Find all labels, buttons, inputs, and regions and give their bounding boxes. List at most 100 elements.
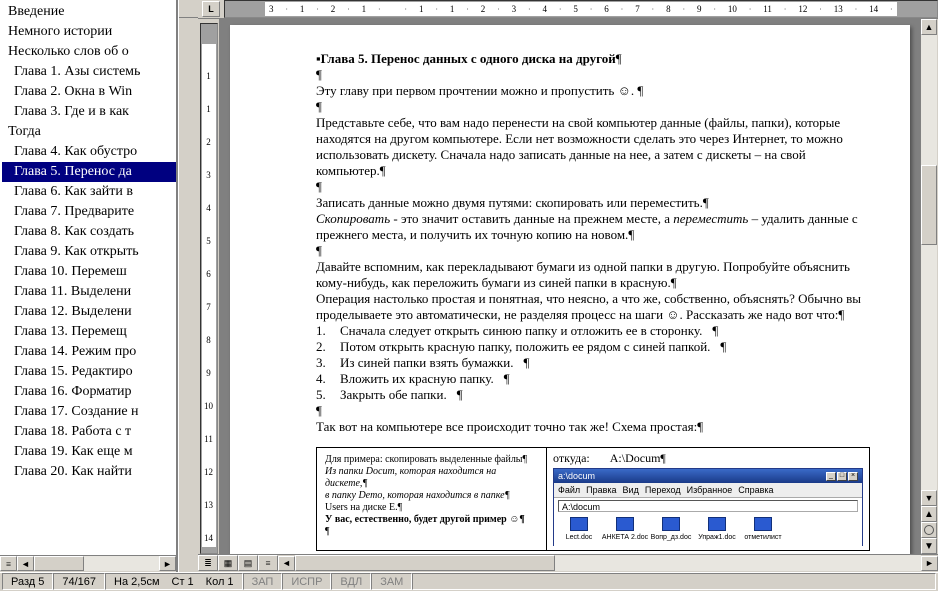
list-item: Из синей папки взять бумажки. [340,355,513,371]
list-item: Потом открыть красную папку, положить ее… [340,339,710,355]
nav-item[interactable]: Глава 2. Окна в Win [2,82,176,102]
list-item: Вложить их красную папку. [340,371,494,387]
nav-item[interactable]: Глава 11. Выделени [2,282,176,302]
list-item: Закрыть обе папки. [340,387,447,403]
browse-object-icon[interactable] [921,522,937,538]
paragraph: Записать данные можно двумя путями: скоп… [316,195,703,210]
document-map-pane: Введение Немного истории Несколько слов … [0,0,178,572]
scroll-track[interactable] [295,555,921,571]
close-icon: × [848,472,858,481]
nav-item[interactable]: Глава 20. Как найти [2,462,176,482]
view-normal-icon[interactable]: ≣ [198,555,218,571]
paragraph: Давайте вспомним, как перекладывают бума… [316,259,850,290]
file-icon [662,517,680,531]
nav-item[interactable]: Глава 7. Предварите [2,202,176,222]
document-map-list: Введение Немного истории Несколько слов … [0,0,176,555]
paragraph: Так вот на компьютере все происходит точ… [316,419,697,434]
next-page-icon[interactable]: ▼ [921,538,937,554]
hruler-scale[interactable]: 3· 1· 2· 1· · 1· 1· 2· 3· 4· 5· 6· 7· 8·… [224,0,938,18]
from-label: откуда: [553,452,590,464]
status-bar: Разд 5 74/167 На 2,5см Ст 1 Кол 1 ЗАП ИС… [0,572,938,591]
minimize-icon: _ [826,472,836,481]
nav-item[interactable]: Глава 9. Как открыть [2,242,176,262]
nav-jump-button[interactable]: ≡ [0,556,17,571]
doc-hscrollbar[interactable]: ≣ ▦ ▤ ≡ ◄ ► [198,554,938,571]
paragraph-term: переместить [673,211,748,226]
status-section: Разд 5 [2,573,53,590]
scroll-left-icon[interactable]: ◄ [278,556,295,571]
document-page[interactable]: ▪Глава 5. Перенос данных с одного диска … [230,25,910,554]
scroll-thumb[interactable] [34,556,84,571]
status-indicator-ext[interactable]: ВДЛ [331,573,371,590]
horizontal-ruler[interactable]: L 3· 1· 2· 1· · 1· 1· 2· 3· 4· 5· 6· 7· [198,0,938,19]
file-icon [570,517,588,531]
scroll-up-icon[interactable]: ▲ [921,19,937,35]
vertical-ruler[interactable]: 11 234 567 8910 111213 14 [198,19,220,554]
paragraph: ¶ [316,403,870,419]
scroll-track[interactable] [921,35,937,490]
page-viewport[interactable]: ▪Глава 5. Перенос данных с одного диска … [220,19,920,554]
paragraph: ¶ [316,67,870,83]
nav-item[interactable]: Глава 13. Перемещ [2,322,176,342]
status-indicator-trk[interactable]: ИСПР [282,573,331,590]
paragraph: Операция настолько простая и понятная, ч… [316,291,861,322]
example-right-cell: откуда: A:\Docum¶ a:\docum _ □ × [547,448,869,550]
nav-item[interactable]: Глава 3. Где и в как [2,102,176,122]
scroll-thumb[interactable] [921,165,937,245]
vertical-scrollbar[interactable]: ▲ ▼ ▲ ▼ [920,19,938,554]
status-indicator-ovr[interactable]: ЗАМ [371,573,412,590]
ruler-corner [179,0,198,18]
status-spacer [412,573,936,590]
nav-item[interactable]: Глава 1. Азы системь [2,62,176,82]
nav-item[interactable]: Глава 15. Редактиро [2,362,176,382]
nav-item[interactable]: Немного истории [2,22,176,42]
paragraph: ¶ [316,179,870,195]
mini-window-title: a:\docum [558,470,595,482]
list-item: Сначала следует открыть синюю папку и от… [340,323,702,339]
scroll-right-icon[interactable]: ► [159,556,176,571]
nav-item[interactable]: Глава 16. Форматир [2,382,176,402]
mini-address-bar: A:\docum [558,500,858,512]
nav-item[interactable]: Глава 6. Как зайти в [2,182,176,202]
paragraph-term: Скопировать [316,211,390,226]
scroll-down-icon[interactable]: ▼ [921,490,937,506]
paragraph: Представьте себе, что вам надо перенести… [316,115,843,178]
nav-item[interactable]: Глава 17. Создание н [2,402,176,422]
paragraph: ¶ [316,99,870,115]
nav-item[interactable]: Глава 8. Как создать [2,222,176,242]
paragraph: ¶ [316,243,870,259]
file-icon [708,517,726,531]
example-table: Для примера: скопировать выделенные файл… [316,447,870,551]
status-pages: 74/167 [53,573,105,590]
nav-item[interactable]: Введение [2,2,176,22]
nav-item[interactable]: Глава 18. Работа с т [2,422,176,442]
nav-hscrollbar[interactable]: ≡ ◄ ► [0,555,176,572]
nav-item[interactable]: Глава 10. Перемеш [2,262,176,282]
example-left-cell: Для примера: скопировать выделенные файл… [317,448,547,550]
paragraph: Эту главу при первом прочтении можно и п… [316,83,634,98]
nav-item-selected[interactable]: Глава 5. Перенос да [2,162,176,182]
maximize-icon: □ [837,472,847,481]
nav-item[interactable]: Тогда [2,122,176,142]
nav-item[interactable]: Глава 12. Выделени [2,302,176,322]
scroll-right-icon[interactable]: ► [921,556,938,571]
view-outline-icon[interactable]: ≡ [258,555,278,571]
nav-item[interactable]: Глава 14. Режим про [2,342,176,362]
nav-item[interactable]: Несколько слов об о [2,42,176,62]
prev-page-icon[interactable]: ▲ [921,506,937,522]
scroll-left-icon[interactable]: ◄ [17,556,34,571]
document-area: L 3· 1· 2· 1· · 1· 1· 2· 3· 4· 5· 6· 7· [198,0,938,572]
scroll-thumb[interactable] [295,555,555,571]
nav-item[interactable]: Глава 4. Как обустро [2,142,176,162]
scroll-track[interactable] [34,556,159,571]
explorer-window-image: a:\docum _ □ × Файл Правка [553,468,863,546]
from-path: A:\Docum¶ [610,452,666,464]
nav-item[interactable]: Глава 19. Как еще м [2,442,176,462]
file-icon [754,517,772,531]
pane-splitter[interactable] [178,0,198,572]
view-web-icon[interactable]: ▦ [218,555,238,571]
status-indicator-rec[interactable]: ЗАП [243,573,283,590]
tab-stop-button[interactable]: L [202,1,220,17]
view-print-icon[interactable]: ▤ [238,555,258,571]
chapter-title: Глава 5. Перенос данных с одного диска н… [321,51,616,66]
